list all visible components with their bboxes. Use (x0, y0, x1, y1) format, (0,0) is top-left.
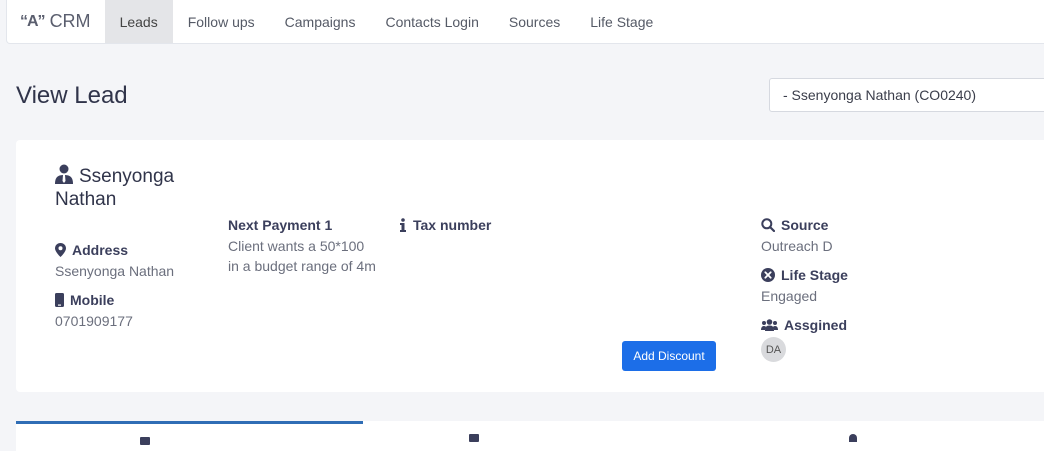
address-label: Address (72, 242, 129, 258)
assigned-label: Assgined (784, 317, 848, 333)
crm-logo-icon: “A” (20, 12, 46, 30)
address-value: Ssenyonga Nathan (55, 263, 175, 279)
nav-item-follow-ups[interactable]: Follow ups (173, 0, 270, 43)
life-stage-label: Life Stage (781, 267, 848, 283)
next-payment-label: Next Payment 1 (228, 217, 333, 233)
add-discount-button[interactable]: Add Discount (622, 341, 716, 371)
source-label: Source (781, 217, 829, 233)
nav-item-sources[interactable]: Sources (494, 0, 575, 43)
mobile-value: 0701909177 (55, 313, 133, 329)
mobile-block: Mobile 0701909177 (55, 292, 133, 331)
source-block: Source Outreach D (761, 217, 833, 256)
lead-name-heading: Ssenyonga Nathan (55, 164, 205, 211)
tax-number-label: Tax number (413, 217, 492, 233)
tab-1[interactable] (16, 421, 363, 451)
search-icon (761, 218, 775, 232)
calendar-icon (140, 437, 150, 445)
tax-number-block: Tax number (399, 217, 491, 233)
lead-tabs (16, 421, 1044, 451)
next-payment-block: Next Payment 1 Client wants a 50*100 in … (228, 217, 378, 276)
assignee-avatar[interactable]: DA (761, 337, 786, 362)
top-nav: “A” CRM Leads Follow ups Campaigns Conta… (6, 0, 1044, 44)
nav-item-life-stage[interactable]: Life Stage (575, 0, 668, 43)
assigned-block: Assgined DA (761, 317, 847, 362)
brand[interactable]: “A” CRM (7, 0, 105, 43)
life-stage-value: Engaged (761, 288, 818, 304)
tab-2[interactable] (363, 421, 710, 451)
source-value: Outreach D (761, 238, 833, 254)
user-tie-icon (55, 164, 73, 184)
address-block: Address Ssenyonga Nathan (55, 242, 174, 281)
nav-item-contacts-login[interactable]: Contacts Login (370, 0, 493, 43)
mobile-icon (55, 293, 64, 307)
mobile-label: Mobile (70, 292, 115, 308)
brand-label: CRM (49, 11, 91, 31)
page-title: View Lead (16, 82, 128, 109)
lead-card: Ssenyonga Nathan Address Ssenyonga Natha… (16, 140, 1044, 392)
tab-3[interactable] (709, 421, 1044, 451)
times-circle-icon (761, 268, 775, 282)
life-stage-block: Life Stage Engaged (761, 267, 848, 306)
nav-item-leads[interactable]: Leads (104, 0, 173, 43)
map-marker-icon (55, 243, 66, 257)
users-icon (761, 319, 778, 331)
info-icon (400, 218, 406, 232)
lead-select-dropdown[interactable]: - Ssenyonga Nathan (CO0240) (769, 78, 1044, 112)
nav-item-campaigns[interactable]: Campaigns (270, 0, 371, 43)
next-payment-note: Client wants a 50*100 in a budget range … (228, 238, 376, 274)
